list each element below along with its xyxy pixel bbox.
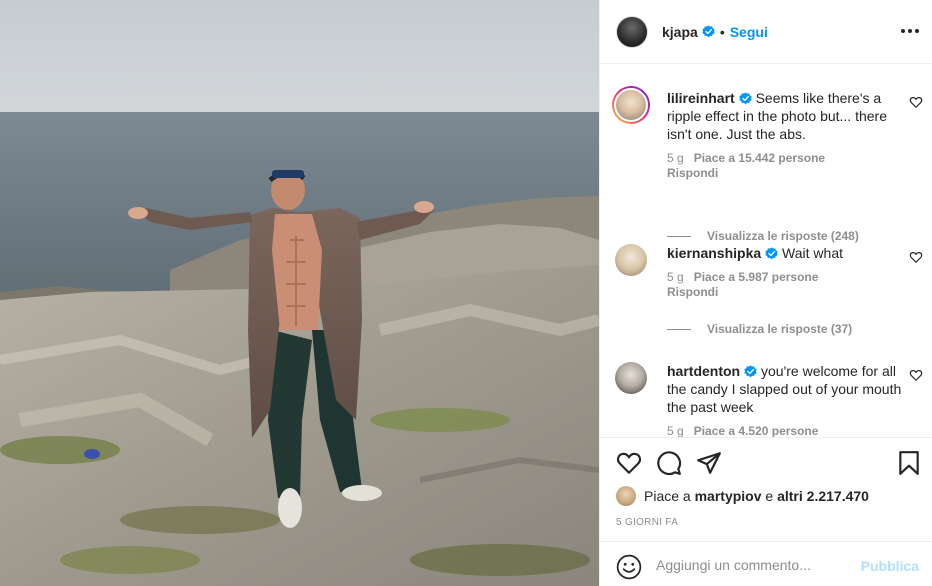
comment-input[interactable] — [656, 554, 846, 576]
comment-username[interactable]: lilireinhart — [667, 90, 735, 106]
post-header: kjapa • Segui — [600, 0, 932, 64]
more-options-icon[interactable] — [901, 22, 919, 40]
likes-summary: Piace a martypiov e altri 2.217.470 — [616, 486, 869, 506]
verified-badge-icon — [739, 92, 752, 105]
post-image — [0, 0, 599, 586]
comment-text: Wait what — [782, 245, 843, 261]
publish-button[interactable]: Pubblica — [861, 558, 919, 574]
comment-bubble-icon[interactable] — [656, 450, 682, 476]
commenter-avatar[interactable] — [615, 362, 647, 394]
reply-button[interactable]: Rispondi — [667, 166, 718, 180]
heart-icon[interactable] — [616, 450, 642, 476]
paper-plane-icon[interactable] — [696, 450, 722, 476]
post-panel: kjapa • Segui lilireinhart Seems like th… — [599, 0, 932, 586]
comment-heart-icon[interactable] — [909, 95, 923, 109]
post-actions: Piace a martypiov e altri 2.217.470 5 GI… — [600, 437, 932, 541]
commenter-avatar[interactable] — [612, 86, 650, 124]
comment-username[interactable]: kiernanshipka — [667, 245, 761, 261]
post-date[interactable]: 5 GIORNI FA — [616, 517, 678, 528]
comment-likes[interactable]: Piace a 4.520 persone — [694, 424, 819, 437]
view-replies-button[interactable]: Visualizza le risposte (37) — [667, 322, 907, 336]
separator-dot: • — [719, 23, 725, 40]
comment-heart-icon[interactable] — [909, 368, 923, 382]
view-replies-button[interactable]: Visualizza le risposte (248) — [667, 229, 907, 243]
commenter-avatar[interactable] — [615, 244, 647, 276]
reply-button[interactable]: Rispondi — [667, 285, 718, 299]
comment-likes[interactable]: Piace a 5.987 persone — [694, 270, 819, 284]
comment-age: 5 g — [667, 151, 684, 165]
verified-badge-icon — [702, 25, 715, 38]
follow-button[interactable]: Segui — [730, 24, 768, 40]
comments-list[interactable]: lilireinhart Seems like there's a ripple… — [600, 65, 932, 437]
liker-avatar[interactable] — [616, 486, 636, 506]
emoji-icon[interactable] — [616, 554, 642, 580]
likes-others-link[interactable]: altri 2.217.470 — [777, 488, 869, 504]
post-photo[interactable] — [0, 0, 599, 586]
comment-age: 5 g — [667, 424, 684, 437]
comment-age: 5 g — [667, 270, 684, 284]
comment-username[interactable]: hartdenton — [667, 363, 740, 379]
comment-likes[interactable]: Piace a 15.442 persone — [694, 151, 825, 165]
liker-username[interactable]: martypiov — [695, 488, 762, 504]
bookmark-icon[interactable] — [896, 450, 922, 476]
add-comment-bar: Pubblica — [600, 541, 932, 586]
verified-badge-icon — [744, 365, 757, 378]
author-username[interactable]: kjapa — [662, 24, 698, 40]
verified-badge-icon — [765, 247, 778, 260]
comment-heart-icon[interactable] — [909, 250, 923, 264]
author-avatar[interactable] — [616, 15, 648, 48]
